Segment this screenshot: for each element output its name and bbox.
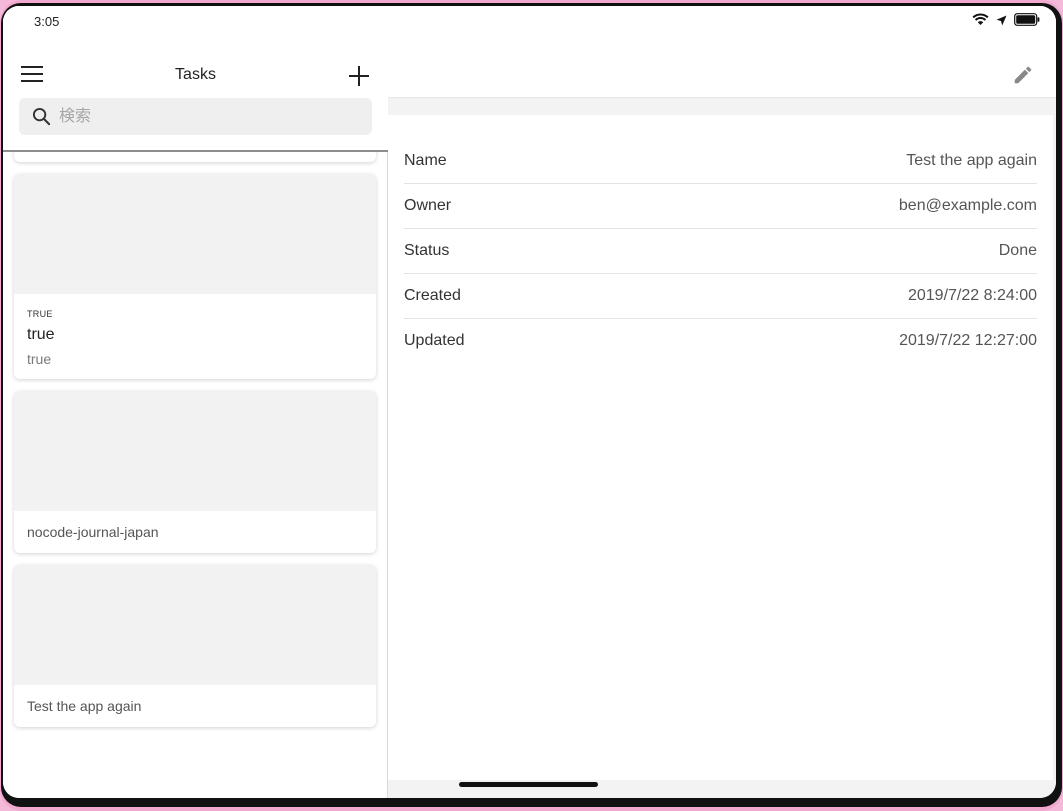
detail-value: Done	[998, 242, 1037, 259]
detail-row-updated: Updated 2019/7/22 12:27:00	[404, 319, 1037, 364]
list-header: 3:05 Tasks	[3, 6, 388, 152]
detail-label: Name	[404, 152, 447, 169]
task-card-partial[interactable]	[14, 152, 376, 162]
detail-label: Updated	[404, 332, 465, 349]
detail-row-owner: Owner ben@example.com	[404, 184, 1037, 229]
card-image-placeholder	[14, 174, 376, 294]
search-icon	[32, 107, 51, 131]
detail-header	[388, 6, 1056, 98]
card-image-placeholder	[14, 565, 376, 685]
detail-label: Created	[404, 287, 461, 304]
card-title: true	[27, 326, 55, 343]
battery-icon	[1014, 13, 1040, 31]
card-title: Test the app again	[27, 698, 142, 714]
card-tag: TRUE	[27, 309, 53, 319]
card-subtitle: true	[27, 351, 52, 367]
card-image-placeholder	[14, 391, 376, 511]
app-screen: TRUE true true nocode-journal-japan Test…	[3, 6, 1056, 798]
card-title: nocode-journal-japan	[27, 524, 159, 540]
status-time: 3:05	[34, 14, 60, 29]
task-card-list[interactable]: TRUE true true nocode-journal-japan Test…	[3, 152, 388, 798]
pencil-icon[interactable]	[1012, 64, 1036, 88]
status-icons	[972, 13, 1040, 31]
page-title: Tasks	[175, 66, 216, 83]
detail-row-created: Created 2019/7/22 8:24:00	[404, 274, 1037, 319]
detail-row-status: Status Done	[404, 229, 1037, 274]
plus-icon[interactable]	[347, 64, 371, 88]
location-arrow-icon	[996, 13, 1007, 31]
task-card[interactable]: TRUE true true	[14, 174, 376, 379]
detail-row-name: Name Test the app again	[404, 139, 1037, 184]
task-list-pane: TRUE true true nocode-journal-japan Test…	[3, 6, 388, 798]
home-indicator[interactable]	[459, 782, 598, 787]
wifi-icon	[972, 13, 989, 31]
search-input[interactable]	[59, 98, 359, 135]
detail-label: Status	[404, 242, 450, 259]
detail-value: 2019/7/22 12:27:00	[899, 332, 1037, 349]
detail-value[interactable]: ben@example.com	[899, 197, 1037, 215]
detail-value: 2019/7/22 8:24:00	[907, 287, 1037, 304]
task-card[interactable]: nocode-journal-japan	[14, 391, 376, 553]
task-card[interactable]: Test the app again	[14, 565, 376, 727]
task-detail-pane: Name Test the app again Owner ben@exampl…	[388, 6, 1056, 798]
detail-label: Owner	[404, 197, 452, 214]
search-bar[interactable]	[19, 98, 372, 135]
detail-value: Test the app again	[906, 152, 1037, 169]
detail-panel: Name Test the app again Owner ben@exampl…	[388, 115, 1053, 780]
